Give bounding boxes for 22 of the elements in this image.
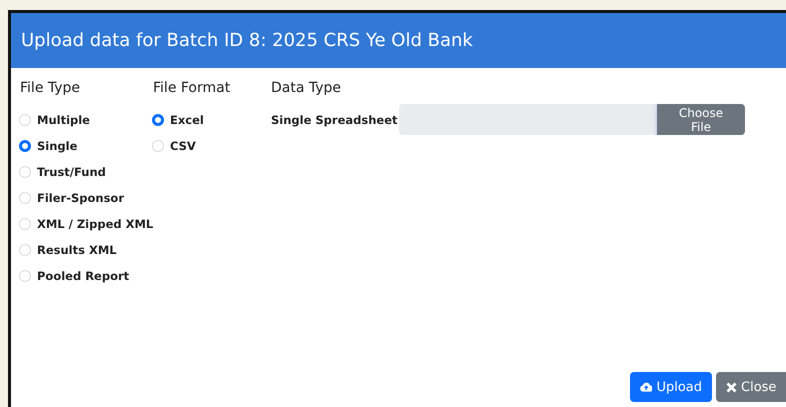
section-heading: Data Type (271, 80, 342, 96)
cloud-upload-icon (640, 381, 652, 393)
file-input-field[interactable]: Choose File (399, 104, 745, 135)
radio-label: XML / Zipped XML (37, 217, 154, 231)
section-heading: File Format (153, 80, 232, 96)
choose-file-button[interactable]: Choose File (657, 104, 745, 135)
radio-label: Pooled Report (37, 269, 130, 283)
radio-button[interactable] (19, 140, 31, 152)
dialog-title: Upload data for Batch ID 8: 2025 CRS Ye Old Bank (21, 30, 473, 51)
close-button[interactable]: Close (716, 372, 786, 402)
radio-label: Single (37, 139, 78, 153)
upload-button[interactable]: Upload (630, 372, 712, 402)
radio-button[interactable] (152, 114, 164, 126)
radio-label: Filer-Sponsor (37, 191, 124, 205)
section-heading: File Type (20, 80, 82, 96)
field-label: Single Spreadsheet (271, 112, 398, 126)
radio-label: CSV (170, 139, 196, 153)
radio-label: Results XML (37, 243, 117, 257)
close-icon (726, 382, 737, 392)
radio-label: Trust/Fund (37, 165, 106, 179)
radio-label: Excel (170, 113, 204, 127)
radio-label: Multiple (37, 113, 90, 127)
